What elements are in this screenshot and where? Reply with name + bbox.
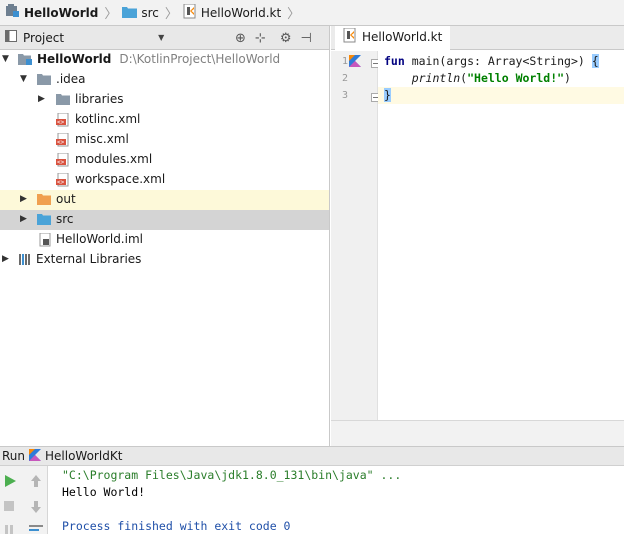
project-module-icon	[5, 4, 20, 21]
tab-helloworld-kt[interactable]: HelloWorld.kt	[335, 26, 450, 50]
breadcrumb-file-label: HelloWorld.kt	[200, 5, 282, 20]
chevron-right-icon[interactable]: ▶	[20, 214, 27, 224]
hide-panel-icon[interactable]: ⊣	[300, 31, 311, 46]
chevron-right-icon: 〉	[104, 7, 118, 22]
project-tree: ▼ HelloWorld D:\KotlinProject\HelloWorld …	[0, 50, 329, 270]
chevron-down-icon[interactable]: ▼	[20, 74, 27, 84]
run-gutter-icon[interactable]	[349, 55, 361, 70]
editor-bottom-strip	[331, 420, 624, 446]
gear-icon[interactable]: ⚙	[280, 31, 292, 46]
pause-icon[interactable]	[3, 524, 17, 534]
project-tool-window: Project ▼ ⊕ ⊹ ⚙ ⊣ ▼ HelloWorld D:\KotlinP…	[0, 26, 330, 446]
tree-row-modules-xml[interactable]: <> modules.xml	[0, 150, 329, 170]
libraries-icon	[18, 253, 33, 266]
navigation-bar: HelloWorld 〉 src 〉 HelloWorld.kt 〉	[0, 0, 624, 26]
collapse-all-icon[interactable]: ⊹	[255, 31, 266, 46]
tree-label: src	[56, 212, 74, 226]
tree-row-libraries[interactable]: ▶ libraries	[0, 90, 329, 110]
breadcrumb-src[interactable]: src 〉	[122, 0, 183, 26]
svg-text:<>: <>	[57, 119, 65, 126]
project-header: Project ▼ ⊕ ⊹ ⚙ ⊣	[0, 26, 329, 50]
project-view-selector[interactable]: Project	[23, 31, 64, 45]
svg-text:<>: <>	[57, 139, 65, 146]
tree-row-external-libraries[interactable]: ▶ External Libraries	[0, 250, 329, 270]
chevron-down-icon[interactable]: ▼	[158, 33, 164, 42]
project-path: D:\KotlinProject\HelloWorld	[119, 52, 281, 66]
target-icon[interactable]: ⊕	[235, 31, 246, 46]
arrow-down-icon[interactable]	[30, 500, 44, 514]
svg-text:<>: <>	[57, 179, 65, 186]
line-number: 1	[341, 56, 348, 67]
run-console[interactable]: "C:\Program Files\Java\jdk1.8.0_131\bin\…	[48, 466, 624, 534]
tree-row-workspace-xml[interactable]: <> workspace.xml	[0, 170, 329, 190]
tree-row-helloworld[interactable]: ▼ HelloWorld D:\KotlinProject\HelloWorld	[0, 50, 329, 70]
chevron-right-icon: 〉	[287, 7, 301, 22]
line-number: 3	[341, 90, 348, 101]
kotlin-file-icon	[343, 27, 357, 46]
source-folder-icon	[37, 213, 52, 226]
excluded-folder-icon	[37, 193, 52, 206]
breadcrumb-file[interactable]: HelloWorld.kt 〉	[183, 0, 305, 26]
iml-file-icon	[37, 232, 52, 247]
editor-area: HelloWorld.kt 1 2 3 fun main(args: Array…	[331, 26, 624, 446]
folder-icon	[37, 73, 52, 86]
tree-label: HelloWorld D:\KotlinProject\HelloWorld	[37, 52, 281, 66]
code-line-1: fun main(args: Array<String>) {	[384, 54, 599, 68]
tree-row-helloworld-iml[interactable]: HelloWorld.iml	[0, 230, 329, 250]
tree-label: out	[56, 192, 76, 206]
chevron-down-icon[interactable]: ▼	[2, 54, 9, 64]
xml-file-icon: <>	[56, 132, 71, 147]
tree-label: libraries	[75, 92, 124, 106]
soft-wrap-icon[interactable]	[29, 524, 43, 534]
console-output-line: Hello World!	[62, 485, 146, 499]
project-view-icon	[5, 30, 17, 45]
run-config-tab[interactable]: HelloWorldKt	[45, 449, 122, 463]
tree-label: modules.xml	[75, 152, 153, 166]
console-command-line: "C:\Program Files\Java\jdk1.8.0_131\bin\…	[62, 468, 402, 482]
matching-brace: {	[591, 54, 599, 68]
chevron-right-icon[interactable]: ▶	[38, 94, 45, 104]
run-tool-window-header: Run HelloWorldKt	[0, 446, 624, 466]
source-folder-icon	[122, 5, 138, 21]
arrow-up-icon[interactable]	[30, 474, 44, 488]
tree-label: External Libraries	[36, 252, 142, 266]
folder-icon	[56, 93, 71, 106]
console-exit-line: Process finished with exit code 0	[62, 519, 291, 533]
tree-row-src[interactable]: ▶ src	[0, 210, 329, 230]
tree-row-misc-xml[interactable]: <> misc.xml	[0, 130, 329, 150]
editor-gutter: 1 2 3	[331, 51, 380, 420]
xml-file-icon: <>	[56, 112, 71, 127]
tree-row-idea[interactable]: ▼ .idea	[0, 70, 329, 90]
kotlin-file-icon	[183, 3, 197, 22]
chevron-right-icon[interactable]: ▶	[20, 194, 27, 204]
stop-icon[interactable]	[3, 500, 17, 514]
run-label: Run	[2, 449, 26, 463]
tree-label: .idea	[56, 72, 86, 86]
breadcrumb-project-label: HelloWorld	[24, 5, 99, 20]
code-line-2: println("Hello World!")	[411, 71, 571, 85]
kotlin-config-icon	[29, 448, 42, 464]
tree-row-out[interactable]: ▶ out	[0, 190, 329, 210]
matching-brace: }	[384, 88, 391, 102]
run-toolbar	[0, 466, 48, 534]
breadcrumb-src-label: src	[141, 5, 159, 20]
tree-row-kotlinc-xml[interactable]: <> kotlinc.xml	[0, 110, 329, 130]
chevron-right-icon: 〉	[164, 7, 178, 22]
tree-label: misc.xml	[75, 132, 129, 146]
xml-file-icon: <>	[56, 152, 71, 167]
breadcrumb-project[interactable]: HelloWorld 〉	[5, 0, 122, 26]
tree-label: HelloWorld.iml	[56, 232, 143, 246]
tree-label: kotlinc.xml	[75, 112, 141, 126]
code-editor[interactable]: fun main(args: Array<String>) { println(…	[378, 51, 624, 420]
code-line-3: }	[378, 87, 624, 104]
xml-file-icon: <>	[56, 172, 71, 187]
rerun-icon[interactable]	[3, 474, 17, 488]
chevron-right-icon[interactable]: ▶	[2, 254, 9, 264]
editor-tab-bar: HelloWorld.kt	[331, 26, 624, 50]
svg-text:<>: <>	[57, 159, 65, 166]
tab-label: HelloWorld.kt	[362, 29, 443, 44]
tree-label: workspace.xml	[75, 172, 166, 186]
line-number: 2	[341, 73, 348, 84]
module-folder-icon	[18, 53, 33, 66]
